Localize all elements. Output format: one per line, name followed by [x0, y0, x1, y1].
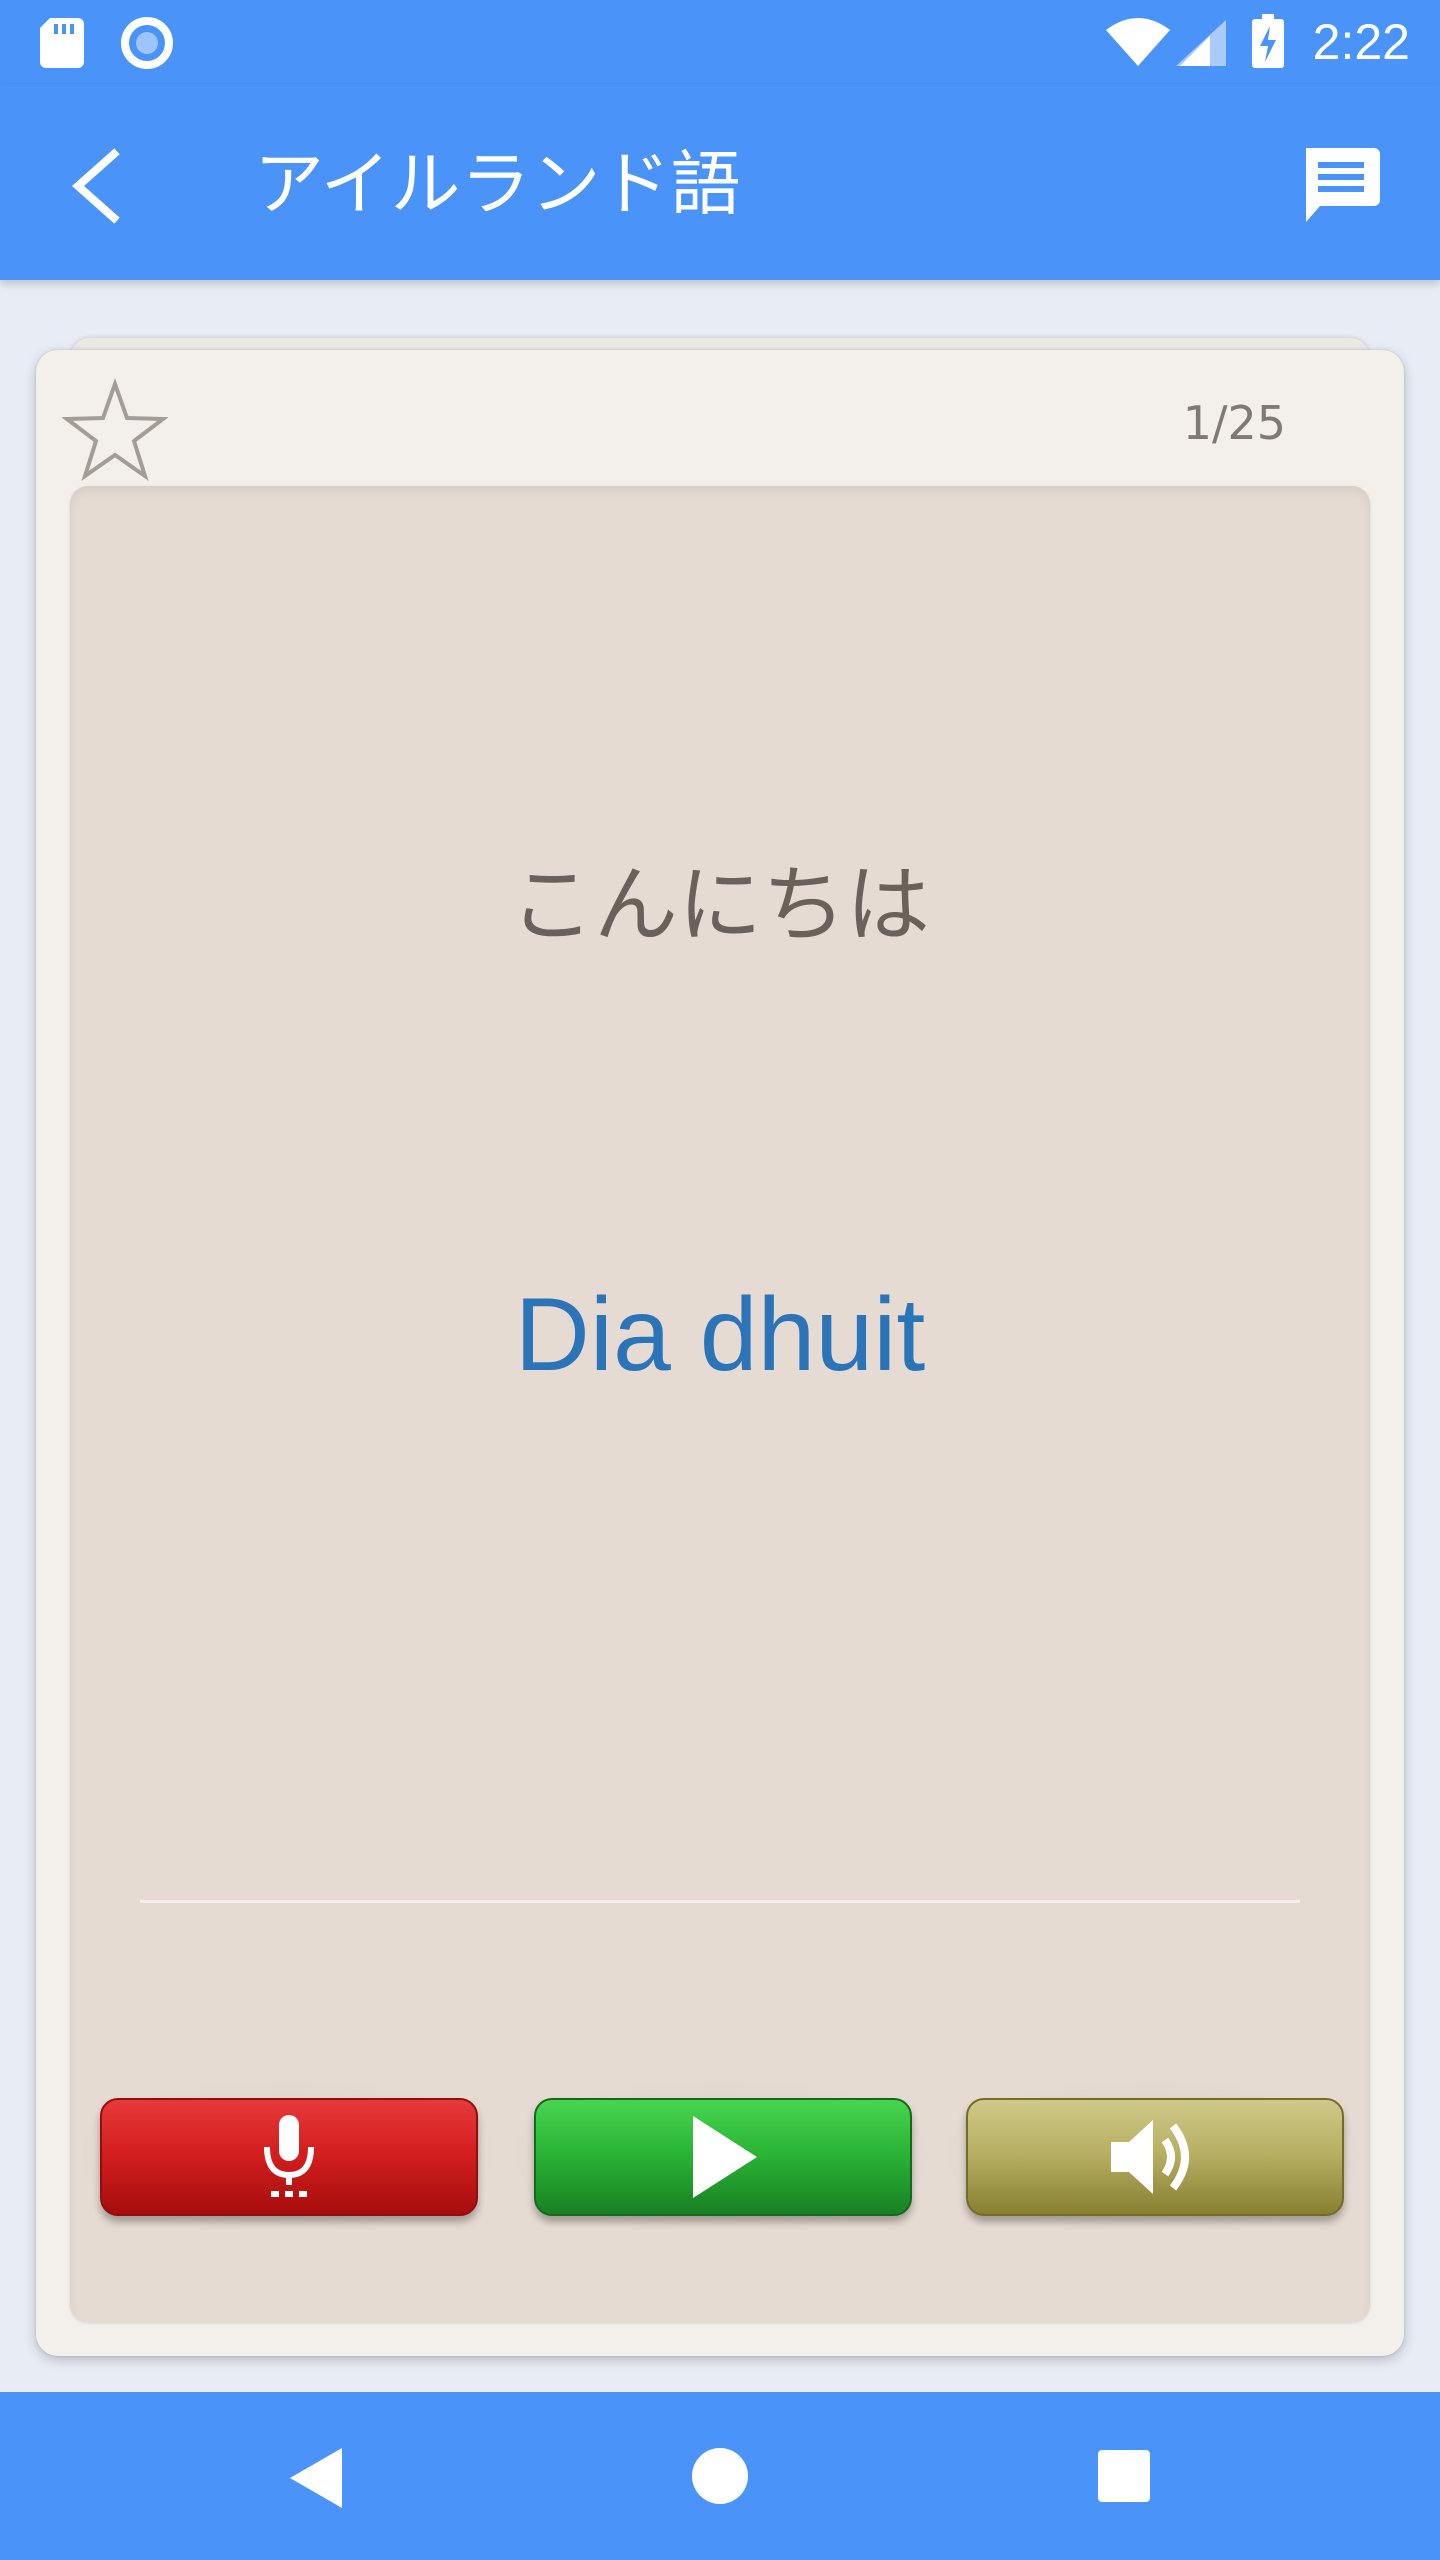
status-clock: 2:22: [1312, 14, 1410, 70]
status-bar: 2:22: [0, 0, 1440, 84]
speaker-button-well: [948, 2080, 1358, 2230]
wifi-icon: [1106, 18, 1170, 66]
nav-back-icon: [290, 2448, 342, 2508]
app-bar: アイルランド語: [0, 84, 1440, 280]
star-outline-icon: [61, 377, 169, 482]
favorite-button[interactable]: [61, 377, 169, 484]
sync-icon: [121, 17, 173, 69]
nav-home-button[interactable]: [680, 2436, 760, 2516]
speaker-icon: [1111, 2120, 1189, 2194]
navigation-bar: [0, 2392, 1440, 2560]
play-icon: [693, 2116, 757, 2198]
nav-recent-button[interactable]: [1084, 2436, 1164, 2516]
card-content[interactable]: こんにちは Dia dhuit: [70, 486, 1370, 2322]
back-button[interactable]: [48, 138, 144, 234]
sd-card-icon: [40, 18, 84, 68]
battery-charging-icon: [1252, 14, 1284, 68]
speaker-button[interactable]: [966, 2098, 1344, 2216]
record-button[interactable]: [100, 2098, 478, 2216]
play-button[interactable]: [534, 2098, 912, 2216]
nav-recent-icon: [1098, 2450, 1150, 2502]
page-title: アイルランド語: [254, 143, 741, 225]
flashcard: 1/25 こんにちは Dia dhuit: [36, 350, 1404, 2356]
record-button-well: [82, 2080, 492, 2230]
microphone-icon: [264, 2115, 314, 2197]
chat-button[interactable]: [1292, 138, 1388, 234]
divider: [140, 1900, 1300, 1903]
nav-back-button[interactable]: [282, 2438, 362, 2518]
back-arrow-icon: [71, 148, 120, 224]
chat-icon: [1306, 148, 1380, 222]
foreign-phrase: Dia dhuit: [514, 1277, 926, 1393]
play-button-well: [516, 2080, 926, 2230]
card-counter: 1/25: [1182, 396, 1286, 450]
signal-icon: [1176, 20, 1226, 66]
nav-home-icon: [692, 2448, 748, 2504]
native-phrase: こんにちは: [509, 856, 930, 954]
